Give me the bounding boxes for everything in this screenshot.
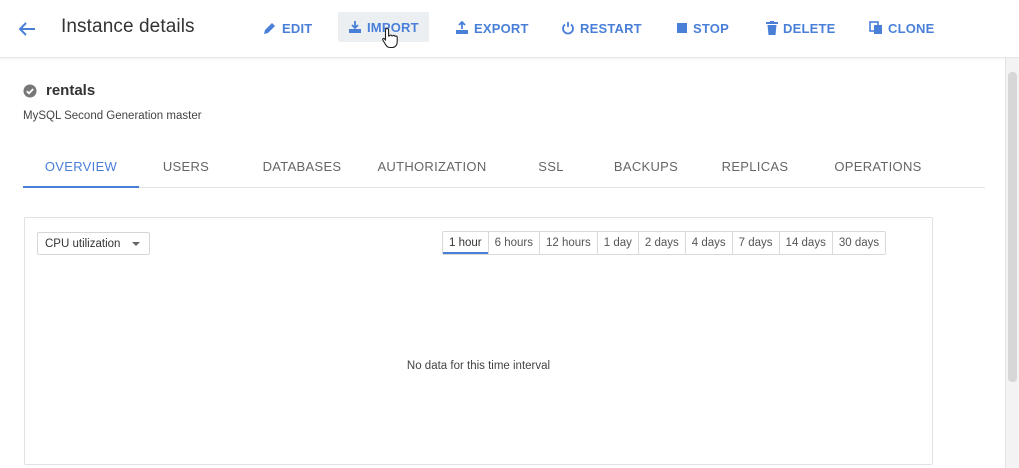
arrow-back-icon <box>18 22 35 36</box>
top-bar: Instance details EDIT IMPORT EXPORT REST… <box>0 0 1019 58</box>
metrics-card: CPU utilization 1 hour 6 hours 12 hours … <box>24 217 933 465</box>
restart-button[interactable]: RESTART <box>561 16 642 40</box>
tab-ssl[interactable]: SSL <box>521 145 581 187</box>
scrollbar-thumb[interactable] <box>1008 72 1017 382</box>
clone-button-label: CLONE <box>888 20 935 36</box>
tab-databases[interactable]: DATABASES <box>243 145 361 187</box>
tab-operations[interactable]: OPERATIONS <box>823 145 933 187</box>
power-icon <box>562 22 574 35</box>
edit-button[interactable]: EDIT <box>263 16 312 40</box>
edit-button-label: EDIT <box>282 20 313 36</box>
page-title: Instance details <box>61 16 195 37</box>
clone-button[interactable]: CLONE <box>869 16 935 40</box>
export-button[interactable]: EXPORT <box>455 16 529 40</box>
empty-chart-message: No data for this time interval <box>406 360 551 372</box>
import-icon <box>349 21 361 33</box>
tab-bar: OVERVIEW USERS DATABASES AUTHORIZATION S… <box>23 145 985 188</box>
instance-type: MySQL Second Generation master <box>23 110 202 122</box>
tab-users[interactable]: USERS <box>149 145 223 187</box>
trash-icon <box>766 21 778 35</box>
tab-authorization[interactable]: AUTHORIZATION <box>371 145 493 187</box>
tab-backups[interactable]: BACKUPS <box>597 145 695 187</box>
instance-header: rentals <box>23 82 95 99</box>
back-button[interactable] <box>14 16 40 42</box>
hand-cursor-icon <box>382 27 398 49</box>
export-button-label: EXPORT <box>474 20 529 36</box>
range-4-days[interactable]: 4 days <box>684 232 732 254</box>
instance-name: rentals <box>46 82 96 99</box>
range-6-hours[interactable]: 6 hours <box>487 232 539 254</box>
tab-replicas[interactable]: REPLICAS <box>709 145 801 187</box>
caret-down-icon <box>132 242 140 246</box>
tab-overview[interactable]: OVERVIEW <box>23 145 139 188</box>
range-12-hours[interactable]: 12 hours <box>538 232 597 254</box>
vertical-scrollbar[interactable] <box>1005 58 1019 468</box>
stop-button[interactable]: STOP <box>676 16 729 40</box>
range-7-days[interactable]: 7 days <box>731 232 779 254</box>
pencil-icon <box>264 23 275 34</box>
export-icon <box>456 21 468 34</box>
metric-dropdown-value: CPU utilization <box>45 237 121 250</box>
stop-icon <box>677 23 687 33</box>
range-30-days[interactable]: 30 days <box>831 232 886 254</box>
metric-dropdown[interactable]: CPU utilization <box>37 232 150 255</box>
time-range-selector: 1 hour 6 hours 12 hours 1 day 2 days 4 d… <box>442 231 887 255</box>
clone-icon <box>869 21 882 34</box>
stop-button-label: STOP <box>693 20 729 36</box>
range-1-hour[interactable]: 1 hour <box>443 232 488 254</box>
range-14-days[interactable]: 14 days <box>778 232 832 254</box>
check-circle-icon <box>23 84 37 97</box>
restart-button-label: RESTART <box>580 20 642 36</box>
delete-button[interactable]: DELETE <box>766 16 835 40</box>
delete-button-label: DELETE <box>783 20 836 36</box>
range-1-day[interactable]: 1 day <box>596 232 638 254</box>
range-2-days[interactable]: 2 days <box>637 232 685 254</box>
